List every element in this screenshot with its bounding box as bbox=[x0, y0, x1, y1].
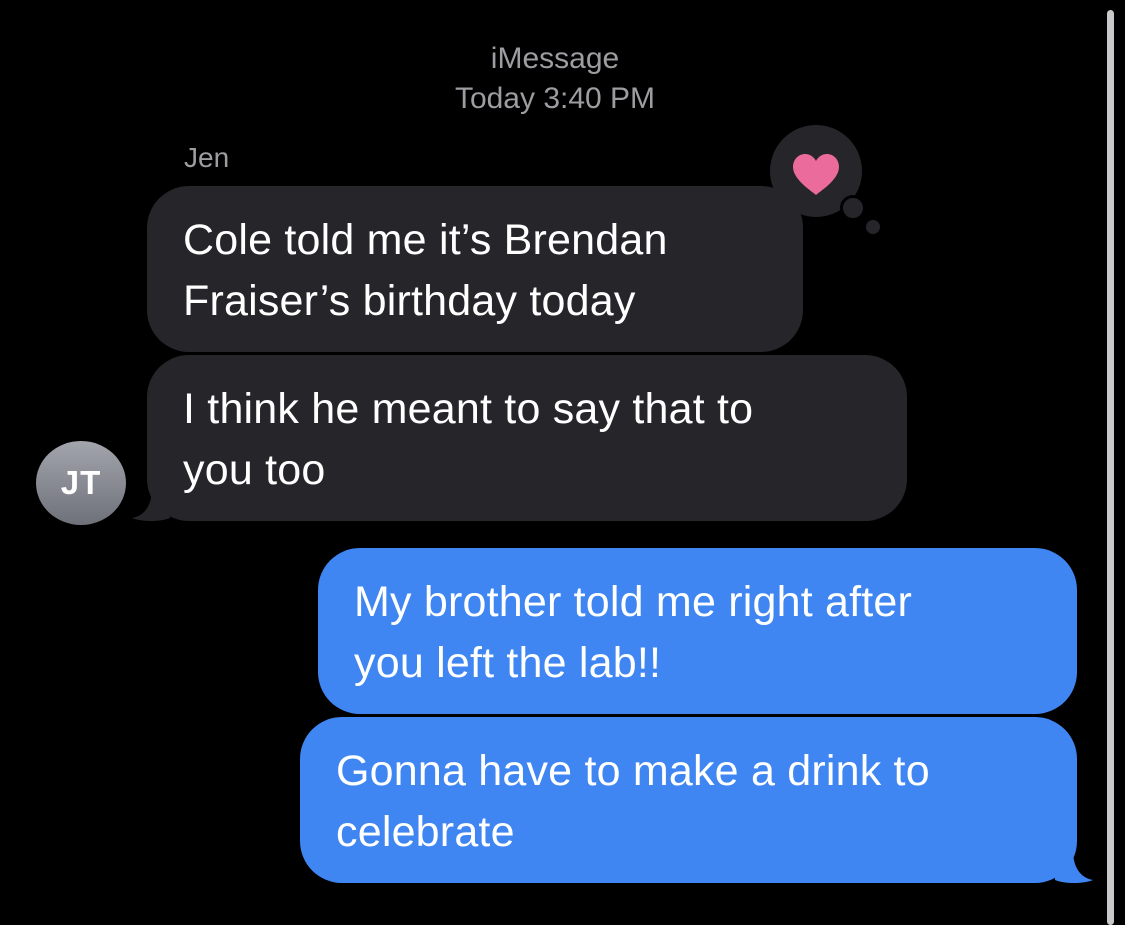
outgoing-message-bubble[interactable]: My brother told me right after you left … bbox=[318, 548, 1077, 714]
tapback-tail-dot bbox=[840, 195, 866, 221]
avatar[interactable]: JT bbox=[36, 441, 126, 525]
scrollbar[interactable] bbox=[1107, 10, 1114, 925]
tapback-tail-dot-small bbox=[866, 220, 880, 234]
avatar-initials: JT bbox=[60, 464, 102, 501]
message-text-line: Cole told me it’s Brendan bbox=[183, 216, 668, 264]
message-text-line: I think he meant to say that to bbox=[183, 385, 754, 433]
sender-name: Jen bbox=[184, 142, 230, 173]
incoming-message-bubble[interactable]: I think he meant to say that to you too bbox=[147, 355, 907, 521]
heart-icon bbox=[793, 154, 839, 195]
message-text-line: you left the lab!! bbox=[354, 639, 662, 687]
message-text-line: Gonna have to make a drink to bbox=[336, 747, 930, 795]
message-text-line: My brother told me right after bbox=[354, 578, 913, 626]
service-label: iMessage bbox=[490, 42, 620, 75]
message-text-line: Fraiser’s birthday today bbox=[183, 277, 636, 325]
message-text-line: you too bbox=[183, 446, 326, 494]
message-timestamp: Today 3:40 PM bbox=[454, 82, 656, 115]
incoming-message-bubble[interactable]: Cole told me it’s Brendan Fraiser’s birt… bbox=[147, 186, 803, 352]
message-text-line: celebrate bbox=[336, 808, 515, 856]
outgoing-message-bubble[interactable]: Gonna have to make a drink to celebrate bbox=[300, 717, 1077, 883]
